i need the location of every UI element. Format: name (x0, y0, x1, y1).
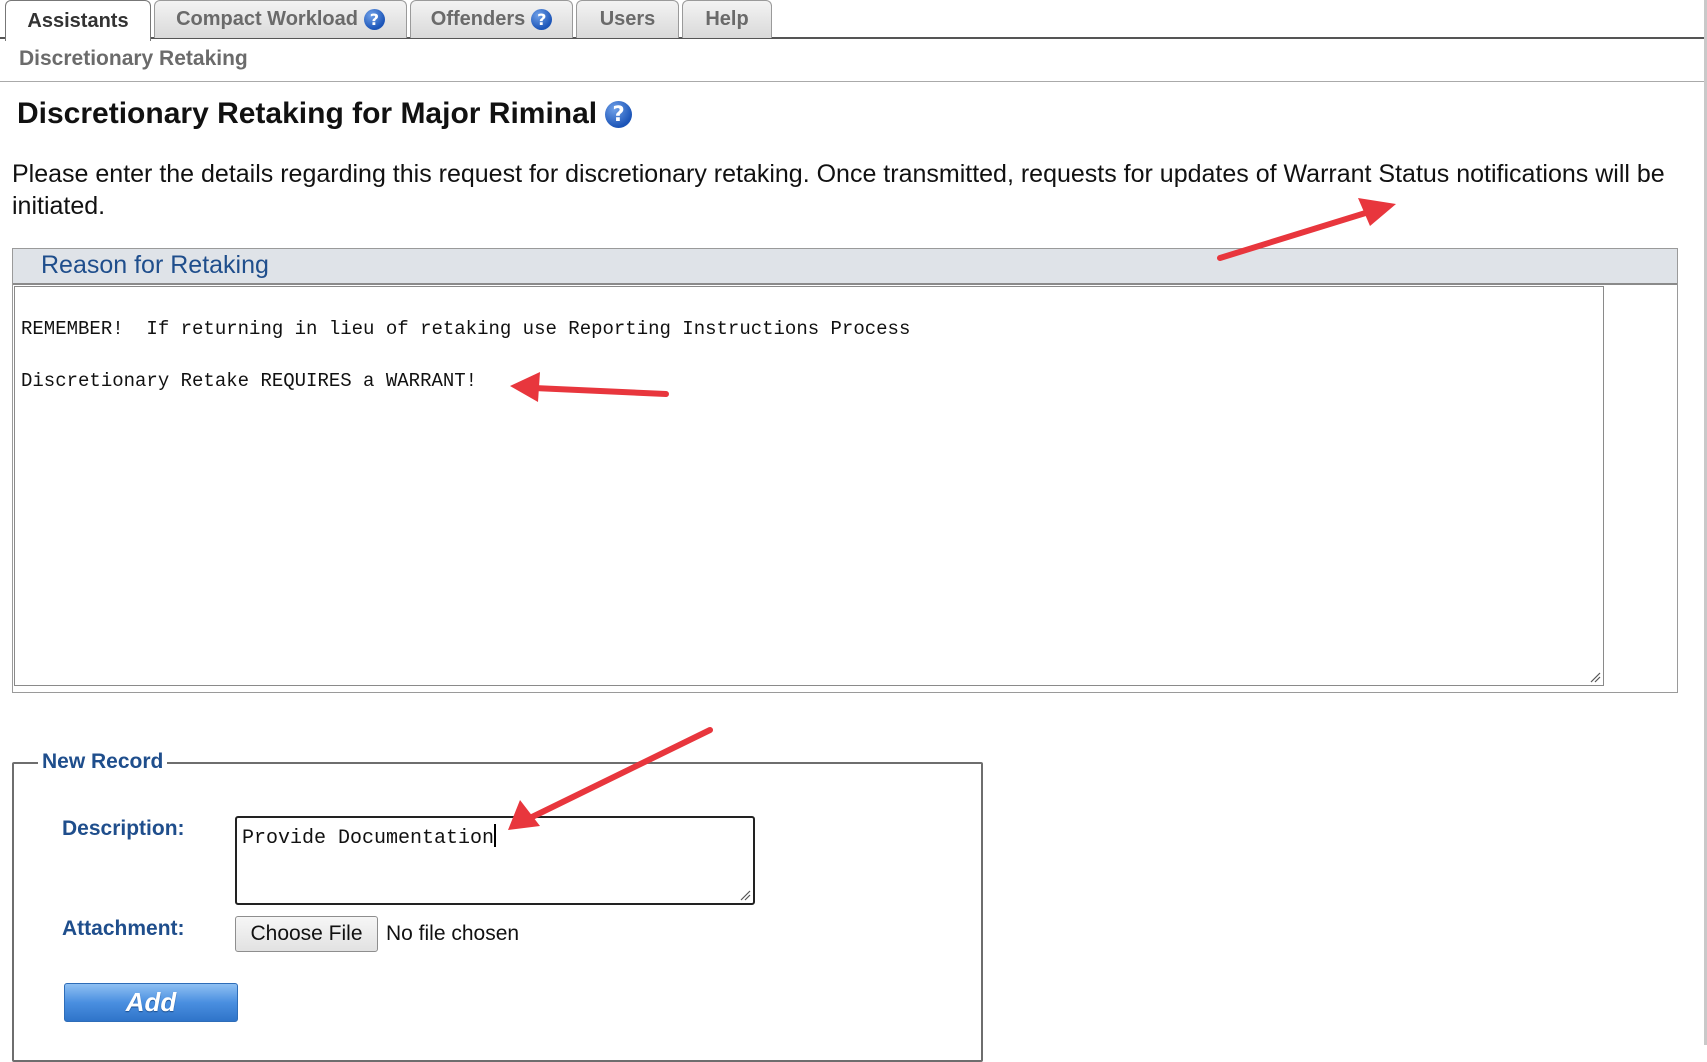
reason-panel-header: Reason for Retaking (13, 249, 1677, 285)
new-record-legend: New Record (38, 750, 168, 774)
text-caret (494, 824, 497, 847)
choose-file-button[interactable]: Choose File (235, 916, 378, 952)
tab-bar: Assistants Compact Workload ? Offenders … (0, 0, 1707, 41)
breadcrumb: Discretionary Retaking (0, 39, 1707, 82)
tab-compact-workload[interactable]: Compact Workload ? (154, 0, 407, 38)
tab-label: Help (705, 8, 749, 30)
tab-users[interactable]: Users (576, 0, 679, 38)
resize-grip-icon[interactable] (739, 889, 751, 901)
page-title-row: Discretionary Retaking for Major Riminal… (17, 97, 633, 131)
help-icon[interactable]: ? (531, 9, 553, 30)
attachment-label: Attachment: (62, 917, 185, 940)
help-icon[interactable]: ? (363, 9, 385, 30)
page-title: Discretionary Retaking for Major Riminal (17, 97, 598, 130)
reason-line: REMEMBER! If returning in lieu of retaki… (21, 318, 911, 340)
tab-label: Assistants (27, 9, 129, 32)
reason-textarea[interactable]: REMEMBER! If returning in lieu of retaki… (14, 286, 1604, 686)
reason-line: Discretionary Retake REQUIRES a WARRANT! (21, 370, 478, 392)
file-status: No file chosen (386, 922, 520, 945)
help-icon[interactable]: ? (605, 100, 633, 128)
resize-grip-icon[interactable] (1589, 671, 1601, 683)
add-button[interactable]: Add (64, 983, 238, 1022)
description-textarea[interactable]: Provide Documentation (235, 816, 755, 905)
description-value: Provide Documentation (242, 827, 495, 850)
tab-label: Compact Workload (176, 8, 358, 30)
reason-panel: Reason for Retaking REMEMBER! If returni… (12, 248, 1678, 693)
tab-offenders[interactable]: Offenders ? (410, 0, 573, 38)
description-label: Description: (62, 817, 185, 840)
tab-assistants[interactable]: Assistants (5, 0, 151, 41)
tab-label: Users (599, 8, 656, 30)
new-record-fieldset: New Record Description: Provide Document… (12, 750, 983, 1062)
tab-help[interactable]: Help (682, 0, 772, 38)
tab-label: Offenders (430, 8, 526, 30)
intro-text: Please enter the details regarding this … (12, 160, 1665, 220)
